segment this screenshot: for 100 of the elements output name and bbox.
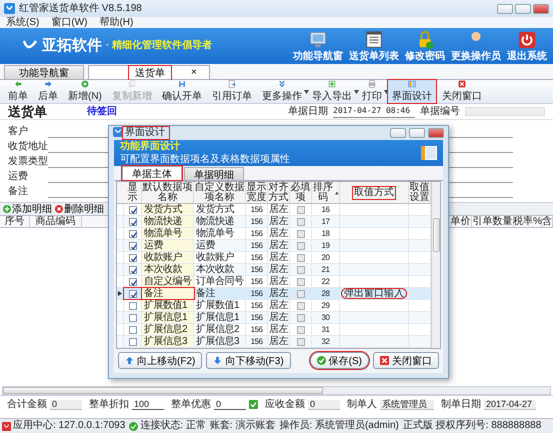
tab-close-icon[interactable]: ×: [191, 67, 197, 78]
summary-label: 制单人: [347, 398, 377, 410]
toolbar-button[interactable]: 后单: [34, 80, 62, 103]
checkbox[interactable]: [128, 290, 136, 298]
checkbox[interactable]: [296, 338, 304, 346]
checkbox[interactable]: [128, 242, 136, 250]
check-icon: [129, 422, 138, 430]
document-title: 送货单: [8, 106, 47, 118]
horizontal-scrollbar[interactable]: [2, 386, 551, 395]
menu-item[interactable]: 窗口(W): [51, 16, 88, 28]
table-cell: 29: [312, 300, 340, 311]
menu-item[interactable]: 帮助(H): [99, 16, 134, 28]
minimize-button[interactable]: [497, 4, 513, 14]
toolbar-button[interactable]: 前单: [4, 80, 32, 103]
table-cell: 22: [312, 276, 340, 287]
table-cell: 19: [312, 240, 340, 251]
toolbar-button[interactable]: 引用订单: [208, 80, 256, 103]
document-tab[interactable]: 送货单 ×: [88, 65, 210, 79]
checkbox[interactable]: [296, 302, 304, 310]
table-cell: 156: [246, 216, 268, 227]
app-icon: [113, 127, 123, 137]
column-header: 单价: [450, 216, 472, 227]
detail-button[interactable]: 添加明细: [3, 202, 52, 216]
table-cell: 16: [312, 204, 340, 215]
banner-action[interactable]: 退出系统: [507, 30, 547, 62]
close-button[interactable]: [428, 128, 444, 138]
summary-label: 整单折扣: [89, 398, 129, 410]
checkbox[interactable]: [128, 254, 136, 262]
column-header[interactable]: 必填项: [290, 182, 312, 203]
summary-field[interactable]: 0: [214, 400, 246, 410]
checkbox[interactable]: [296, 278, 304, 286]
summary-field[interactable]: 100: [132, 400, 164, 410]
menu-item[interactable]: 系统(S): [6, 16, 40, 28]
table-cell: 31: [312, 324, 340, 335]
banner-action[interactable]: 送货单列表: [349, 30, 399, 62]
checkbox[interactable]: [128, 230, 136, 238]
checkbox[interactable]: [296, 254, 304, 262]
table-cell: 156: [246, 276, 268, 287]
checkbox[interactable]: [128, 206, 136, 214]
vertical-scrollbar[interactable]: [431, 182, 440, 348]
banner-action[interactable]: 更换操作员: [451, 30, 501, 62]
banner-action[interactable]: 修改密码: [405, 30, 445, 62]
column-header[interactable]: 显示: [124, 182, 142, 203]
close-button[interactable]: [533, 4, 549, 14]
checkbox[interactable]: [296, 314, 304, 322]
field-label: 收货地址: [8, 141, 48, 153]
dialog-button[interactable]: 向上移动(F2): [118, 352, 202, 369]
table-cell: 17: [312, 216, 340, 227]
checkbox[interactable]: [128, 338, 136, 346]
slogan: · 精细化管理软件倡导者: [106, 40, 212, 52]
toolbar-button[interactable]: 新增(N): [64, 80, 106, 103]
checkbox[interactable]: [128, 266, 136, 274]
checkbox[interactable]: [296, 326, 304, 334]
dialog-tab[interactable]: 单据明细: [184, 167, 244, 180]
document-tab[interactable]: 功能导航窗: [4, 65, 84, 79]
table-cell: 运费: [194, 240, 246, 251]
detail-button[interactable]: 删除明细: [55, 202, 104, 216]
table-cell: 32: [312, 336, 340, 347]
table-cell: 居左: [268, 252, 290, 263]
column-header[interactable]: 默认数据项名称: [142, 182, 194, 203]
toolbar-button[interactable]: 界面设计: [388, 80, 436, 103]
number-field[interactable]: [465, 107, 545, 116]
checkbox[interactable]: [128, 326, 136, 334]
minimize-button[interactable]: [390, 128, 406, 138]
checkbox[interactable]: [296, 266, 304, 274]
status-text: 应用中心: 127.0.0.1:7093: [13, 420, 126, 432]
checkbox[interactable]: [296, 290, 304, 298]
table-cell: 156: [246, 264, 268, 275]
column-header[interactable]: 对齐方式: [268, 182, 290, 203]
status-text: 连接状态: 正常: [140, 420, 206, 432]
dialog-button[interactable]: 关闭窗口: [373, 352, 439, 369]
column-header[interactable]: 取值方式: [340, 182, 409, 203]
dialog-tab[interactable]: 单据主体: [122, 166, 182, 180]
table-cell: 18: [312, 228, 340, 239]
date-field[interactable]: 2017-04-27 08:46: [333, 105, 415, 118]
maximize-button[interactable]: [409, 128, 425, 138]
checkbox[interactable]: [296, 230, 304, 238]
checkbox[interactable]: [296, 206, 304, 214]
checkbox[interactable]: [128, 218, 136, 226]
column-header[interactable]: 自定义数据项名称: [194, 182, 246, 203]
checkbox[interactable]: [128, 302, 136, 310]
toolbar-button[interactable]: 确认开单: [158, 80, 206, 103]
toolbar-button[interactable]: 更多操作: [258, 80, 306, 103]
dialog-button[interactable]: 保存(S): [310, 352, 369, 369]
maximize-button[interactable]: [515, 4, 531, 14]
checkbox[interactable]: [128, 314, 136, 322]
banner-action[interactable]: 功能导航窗: [293, 30, 343, 62]
toolbar-button[interactable]: 关闭窗口: [438, 80, 486, 103]
table-cell: 居左: [268, 276, 290, 287]
checkbox[interactable]: [296, 242, 304, 250]
status-text: 账套: 演示账套: [210, 420, 276, 432]
toolbar-button[interactable]: 导入导出: [308, 80, 356, 103]
column-header[interactable]: 排序码: [312, 182, 340, 203]
table-cell: 居左: [268, 312, 290, 323]
checkbox[interactable]: [128, 278, 136, 286]
summary-label: 整单优惠: [171, 398, 211, 410]
check-icon[interactable]: [249, 400, 258, 409]
column-header[interactable]: 显示宽度: [246, 182, 268, 203]
dialog-button[interactable]: 向下移动(F3): [206, 352, 291, 369]
checkbox[interactable]: [296, 218, 304, 226]
